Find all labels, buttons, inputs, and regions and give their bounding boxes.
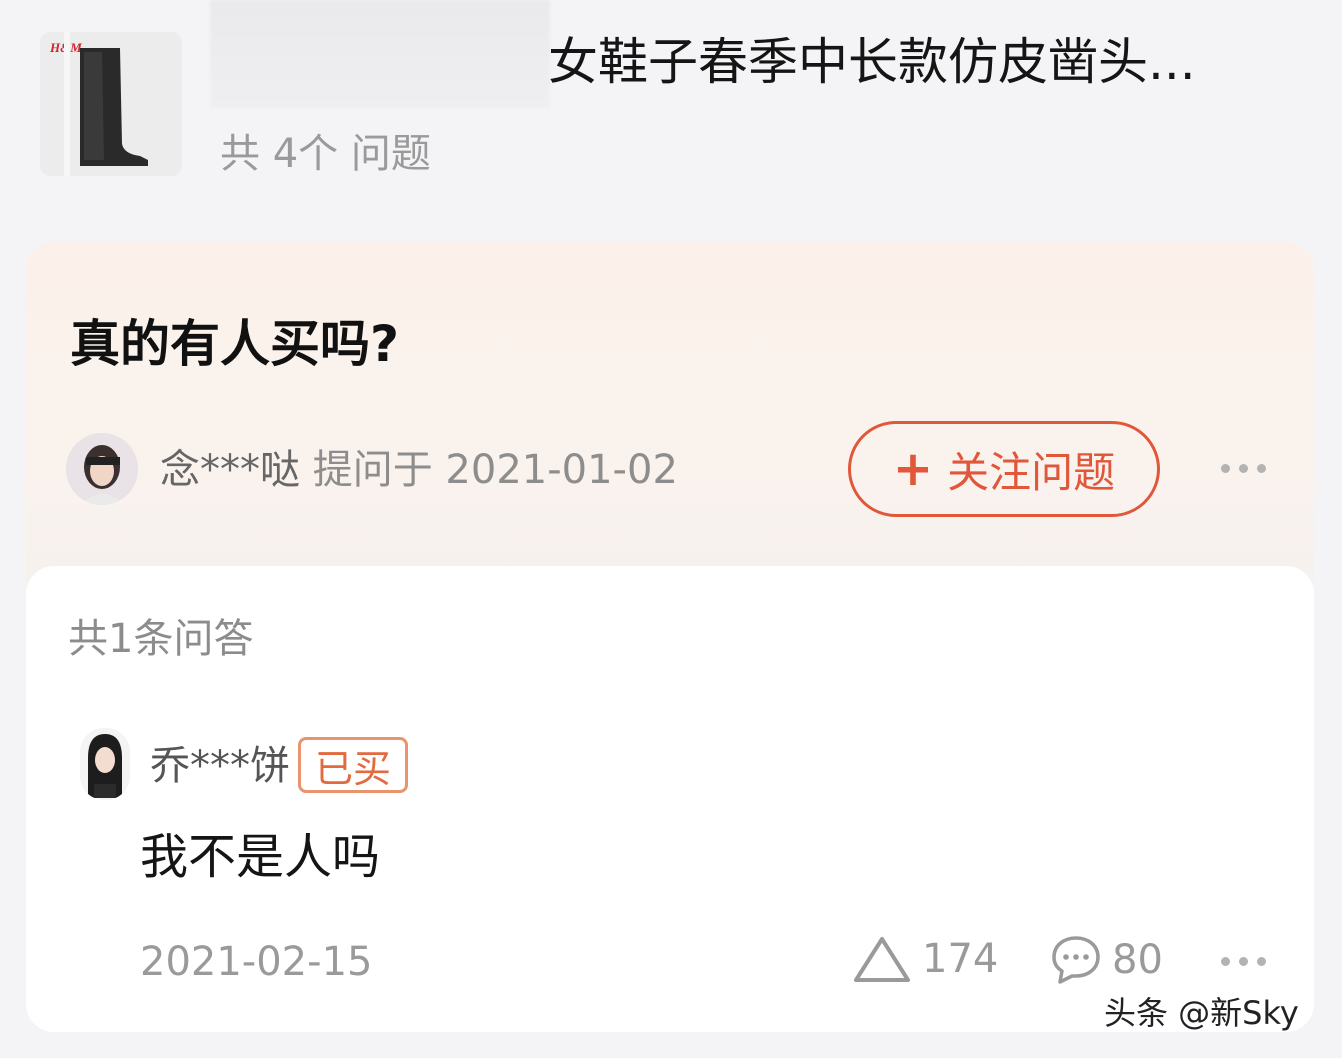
asker-info: 念***哒 提问于 2021-01-02 [160, 442, 678, 498]
comment-count: 80 [1112, 937, 1163, 983]
follow-question-button[interactable]: + 关注问题 [848, 421, 1160, 517]
comment-button[interactable]: 80 [1050, 934, 1163, 986]
answerer-avatar[interactable] [80, 728, 130, 800]
question-title: 真的有人买吗? [70, 315, 400, 373]
product-thumbnail[interactable]: H&M [40, 32, 182, 176]
follow-question-label: 关注问题 [947, 447, 1116, 497]
answerer-name[interactable]: 乔***饼 [150, 738, 290, 794]
answer-text: 我不是人吗 [140, 829, 381, 885]
answer-more-icon[interactable] [1221, 957, 1266, 966]
asked-date: 提问于 2021-01-02 [312, 447, 678, 493]
asker-avatar[interactable] [66, 433, 138, 505]
answer-count: 共1条问答 [68, 616, 254, 662]
like-button[interactable]: 174 [852, 934, 998, 984]
answer-date: 2021-02-15 [140, 939, 373, 985]
question-count[interactable]: 共 4个 问题 [220, 128, 431, 180]
question-more-icon[interactable] [1221, 464, 1266, 473]
product-title[interactable]: 女鞋子春季中长款仿皮凿头... [548, 30, 1328, 94]
watermark: 头条 @新Sky [1104, 994, 1299, 1032]
comment-bubble-icon [1052, 936, 1100, 984]
blurred-area [210, 0, 550, 108]
like-count: 174 [922, 936, 999, 982]
plus-icon: + [892, 441, 934, 497]
boot-image [64, 32, 148, 176]
bought-badge: 已买 [298, 737, 408, 793]
triangle-like-icon [854, 937, 910, 982]
asker-name[interactable]: 念***哒 [160, 447, 300, 493]
